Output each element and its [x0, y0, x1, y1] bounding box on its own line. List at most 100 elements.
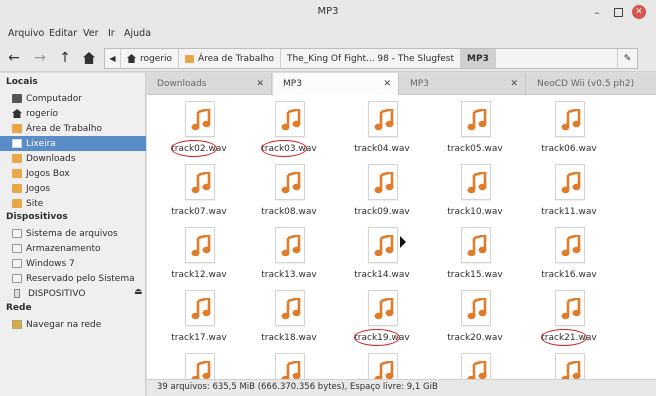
menu-ajuda[interactable]: Ajuda	[124, 28, 151, 39]
sidebar-item-windows-7[interactable]: Windows 7	[0, 256, 146, 271]
menu-ir[interactable]: Ir	[108, 28, 115, 39]
sidebar-item-lixeira[interactable]: Lixeira	[0, 136, 146, 151]
sidebar-item-label: Navegar na rede	[26, 319, 102, 330]
tab-label: Downloads	[157, 79, 207, 89]
crumb-label: Área de Trabalho	[197, 53, 274, 64]
crumb-mp3[interactable]: MP3	[461, 49, 496, 68]
sidebar-item-label: Área de Trabalho	[26, 123, 103, 134]
drive-icon	[12, 274, 22, 283]
file-item[interactable]	[435, 347, 515, 379]
sidebar-item-downloads[interactable]: Downloads	[0, 151, 146, 166]
file-item[interactable]	[249, 347, 329, 379]
music-file-icon	[461, 101, 491, 137]
network-icon	[12, 320, 22, 329]
crumb-area-de-trabalho[interactable]: Área de Trabalho	[179, 49, 281, 68]
sidebar-item-label: Sistema de arquivos	[26, 228, 118, 239]
file-item[interactable]: track11.wav	[529, 158, 609, 220]
menu-ver[interactable]: Ver	[83, 28, 99, 39]
close-tab-icon[interactable]: ✕	[383, 79, 391, 89]
file-item[interactable]	[529, 347, 609, 379]
music-file-icon	[368, 227, 398, 263]
tab-mp3[interactable]: MP3 ✕	[400, 73, 526, 95]
tab-mp3-active[interactable]: MP3 ✕	[273, 73, 399, 95]
file-item[interactable]: track12.wav	[159, 221, 239, 283]
title-bar: MP3 – ✕	[0, 0, 656, 24]
crumb-rogerio[interactable]: rogerio	[121, 49, 179, 68]
file-item[interactable]: track16.wav	[529, 221, 609, 283]
file-item[interactable]: track07.wav	[159, 158, 239, 220]
close-tab-icon[interactable]: ✕	[510, 79, 518, 89]
path-scroll-left-button[interactable]: ◀	[105, 49, 121, 68]
crumb-label: The_King Of Fight... 98 - The Slugfest	[286, 53, 455, 64]
file-name: track19.wav	[354, 333, 410, 343]
up-button[interactable]: ↑	[55, 48, 75, 68]
sidebar-item-label: Computador	[26, 93, 82, 104]
music-file-icon	[275, 101, 305, 137]
sidebar-item-area-de-trabalho[interactable]: Área de Trabalho	[0, 121, 146, 136]
file-item[interactable]	[342, 347, 422, 379]
file-item[interactable]: track05.wav	[435, 95, 515, 157]
sidebar-item-site[interactable]: Site	[0, 196, 146, 211]
file-item[interactable]	[159, 347, 239, 379]
file-item[interactable]: track18.wav	[249, 284, 329, 346]
tab-neocd-wii[interactable]: NeoCD Wii (v0.5 ph2)	[527, 73, 656, 95]
tab-downloads[interactable]: Downloads ✕	[147, 73, 272, 95]
trash-icon	[12, 139, 22, 148]
music-file-icon	[275, 227, 305, 263]
sidebar-item-jogos-box[interactable]: Jogos Box	[0, 166, 146, 181]
maximize-button[interactable]	[611, 5, 625, 19]
pencil-icon: ✎	[623, 53, 632, 64]
eject-icon[interactable]: ⏏	[134, 287, 143, 297]
sidebar-item-jogos[interactable]: Jogos	[0, 181, 146, 196]
sidebar-item-reservado[interactable]: Reservado pelo Sistema	[0, 271, 146, 286]
sidebar-item-navegar-na-rede[interactable]: Navegar na rede	[0, 317, 146, 332]
file-name: track10.wav	[447, 207, 503, 217]
file-item[interactable]: track04.wav	[342, 95, 422, 157]
sidebar-item-label: Armazenamento	[26, 243, 101, 254]
music-file-icon	[185, 164, 215, 200]
minimize-button[interactable]: –	[590, 5, 604, 19]
music-file-icon	[275, 164, 305, 200]
sidebar-item-armazenamento[interactable]: Armazenamento	[0, 241, 146, 256]
file-item[interactable]: track10.wav	[435, 158, 515, 220]
menu-arquivo[interactable]: Arquivo	[8, 28, 44, 39]
crumb-king-of-fighters[interactable]: The_King Of Fight... 98 - The Slugfest	[281, 49, 462, 68]
file-item[interactable]: track17.wav	[159, 284, 239, 346]
file-item[interactable]: track13.wav	[249, 221, 329, 283]
file-item[interactable]: track08.wav	[249, 158, 329, 220]
sidebar-item-rogerio[interactable]: rogerio	[0, 106, 146, 121]
sidebar-item-sistema-de-arquivos[interactable]: Sistema de arquivos	[0, 226, 146, 241]
crumb-label: MP3	[467, 53, 489, 64]
sidebar-section-title: Rede	[6, 303, 32, 313]
music-file-icon	[275, 290, 305, 326]
music-file-icon	[555, 353, 585, 379]
sidebar-item-computador[interactable]: Computador	[0, 91, 146, 106]
forward-button[interactable]: →	[30, 48, 50, 68]
file-item[interactable]: track14.wav	[342, 221, 422, 283]
file-item[interactable]: track21.wav	[529, 284, 609, 346]
back-button[interactable]: ←	[4, 48, 24, 68]
menu-editar[interactable]: Editar	[49, 28, 77, 39]
arrow-up-icon: ↑	[59, 50, 71, 66]
file-item[interactable]: track06.wav	[529, 95, 609, 157]
home-button[interactable]	[79, 48, 99, 68]
close-window-button[interactable]: ✕	[632, 5, 646, 19]
file-item[interactable]: track19.wav	[342, 284, 422, 346]
edit-path-button[interactable]: ✎	[617, 49, 637, 68]
computer-icon	[12, 94, 22, 103]
sidebar-item-label: Windows 7	[26, 258, 75, 269]
file-name: track07.wav	[171, 207, 227, 217]
file-name: track15.wav	[447, 270, 503, 280]
close-tab-icon[interactable]: ✕	[256, 79, 264, 89]
download-folder-icon	[12, 154, 22, 163]
folder-icon	[12, 199, 22, 208]
sidebar-item-dispositivo[interactable]: DISPOSITIVO	[0, 286, 146, 301]
file-item[interactable]: track03.wav	[249, 95, 329, 157]
file-name: track16.wav	[541, 270, 597, 280]
file-item[interactable]: track09.wav	[342, 158, 422, 220]
file-item[interactable]: track02.wav	[159, 95, 239, 157]
menu-bar: Arquivo Editar Ver Ir Ajuda	[0, 24, 656, 44]
home-icon	[83, 52, 95, 64]
file-item[interactable]: track20.wav	[435, 284, 515, 346]
file-item[interactable]: track15.wav	[435, 221, 515, 283]
